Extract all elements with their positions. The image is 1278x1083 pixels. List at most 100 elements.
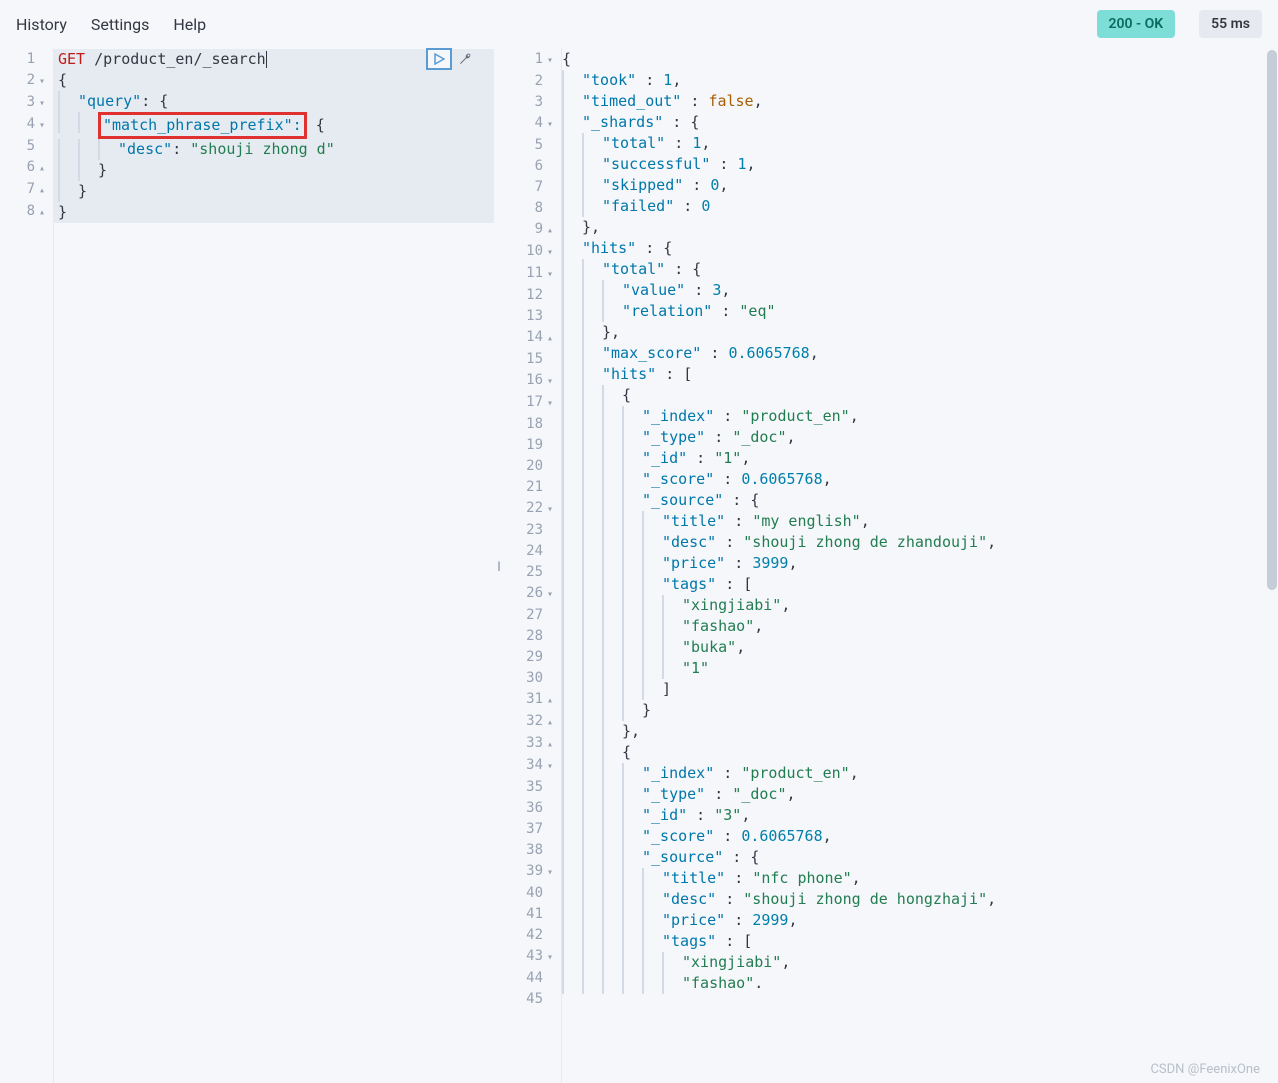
response-line[interactable]: "buka", xyxy=(562,637,1278,658)
response-line[interactable]: "_id" : "1", xyxy=(562,448,1278,469)
line-number: 30 xyxy=(502,668,553,689)
response-line[interactable]: ] xyxy=(562,679,1278,700)
response-line[interactable]: "hits" : { xyxy=(562,238,1278,259)
response-line[interactable]: "_index" : "product_en", xyxy=(562,763,1278,784)
line-number: 1▾ xyxy=(502,49,553,71)
response-line[interactable]: "_id" : "3", xyxy=(562,805,1278,826)
editor-line[interactable]: "desc": "shouji zhong d" xyxy=(54,139,494,160)
line-number: 4▾ xyxy=(0,114,45,136)
response-line[interactable]: "desc" : "shouji zhong de zhandouji", xyxy=(562,532,1278,553)
line-number: 3▾ xyxy=(0,92,45,114)
response-line[interactable]: "successful" : 1, xyxy=(562,154,1278,175)
response-line[interactable]: "desc" : "shouji zhong de hongzhaji", xyxy=(562,889,1278,910)
response-line[interactable]: }, xyxy=(562,217,1278,238)
line-number: 20 xyxy=(502,456,553,477)
response-gutter: 1▾234▾56789▴10▾11▾121314▴1516▾17▾1819202… xyxy=(502,48,562,1083)
run-request-button[interactable] xyxy=(426,48,452,70)
line-number: 17▾ xyxy=(502,392,553,414)
response-line[interactable]: "value" : 3, xyxy=(562,280,1278,301)
line-number: 9▴ xyxy=(502,219,553,241)
line-number: 27 xyxy=(502,605,553,626)
response-pane: 1▾234▾56789▴10▾11▾121314▴1516▾17▾1819202… xyxy=(502,48,1278,1083)
line-number: 12 xyxy=(502,285,553,306)
response-line[interactable]: "_score" : 0.6065768, xyxy=(562,469,1278,490)
line-number: 6▴ xyxy=(0,157,45,179)
response-code-area[interactable]: {"took" : 1,"timed_out" : false,"_shards… xyxy=(562,48,1278,1083)
line-number: 32▴ xyxy=(502,711,553,733)
response-line[interactable]: "took" : 1, xyxy=(562,70,1278,91)
response-line[interactable]: "_type" : "_doc", xyxy=(562,427,1278,448)
editor-line[interactable]: } xyxy=(54,160,494,181)
response-line[interactable]: "skipped" : 0, xyxy=(562,175,1278,196)
line-number: 6 xyxy=(502,156,553,177)
line-number: 25 xyxy=(502,562,553,583)
response-line[interactable]: "xingjiabi", xyxy=(562,952,1278,973)
line-number: 42 xyxy=(502,925,553,946)
watermark: CSDN @FeenixOne xyxy=(1150,1062,1260,1077)
request-editor-pane: 12▾3▾4▾56▴7▴8▴ GET /product_en/_search{"… xyxy=(0,48,494,1083)
line-number: 7 xyxy=(502,177,553,198)
line-number: 37 xyxy=(502,819,553,840)
response-line[interactable]: "price" : 3999, xyxy=(562,553,1278,574)
response-line[interactable]: "timed_out" : false, xyxy=(562,91,1278,112)
response-line[interactable]: { xyxy=(562,49,1278,70)
wrench-icon xyxy=(457,51,473,67)
editor-line[interactable]: { xyxy=(54,70,494,91)
response-line[interactable]: "hits" : [ xyxy=(562,364,1278,385)
response-line[interactable]: "_shards" : { xyxy=(562,112,1278,133)
response-line[interactable]: "tags" : [ xyxy=(562,931,1278,952)
play-icon xyxy=(433,53,445,65)
response-time-badge: 55 ms xyxy=(1199,10,1262,38)
main-split: 12▾3▾4▾56▴7▴8▴ GET /product_en/_search{"… xyxy=(0,48,1278,1083)
line-number: 7▴ xyxy=(0,179,45,201)
line-number: 18 xyxy=(502,414,553,435)
line-number: 28 xyxy=(502,626,553,647)
editor-line[interactable]: } xyxy=(54,202,494,223)
response-line[interactable]: { xyxy=(562,385,1278,406)
response-line[interactable]: "title" : "my english", xyxy=(562,511,1278,532)
line-number: 8 xyxy=(502,198,553,219)
response-line[interactable]: "max_score" : 0.6065768, xyxy=(562,343,1278,364)
response-line[interactable]: "_source" : { xyxy=(562,490,1278,511)
editor-line[interactable]: "query": { xyxy=(54,91,494,112)
response-line[interactable]: "_score" : 0.6065768, xyxy=(562,826,1278,847)
response-line[interactable]: "total" : { xyxy=(562,259,1278,280)
line-number: 45 xyxy=(502,989,553,1010)
request-code-area[interactable]: GET /product_en/_search{"query": {"match… xyxy=(54,48,494,1083)
settings-menu[interactable]: Settings xyxy=(91,15,149,34)
response-line[interactable]: "xingjiabi", xyxy=(562,595,1278,616)
response-line[interactable]: "total" : 1, xyxy=(562,133,1278,154)
scroll-thumb[interactable] xyxy=(1267,50,1277,590)
response-line[interactable]: "title" : "nfc phone", xyxy=(562,868,1278,889)
vertical-scrollbar[interactable] xyxy=(1266,48,1278,1083)
line-number: 2 xyxy=(502,71,553,92)
line-number: 1 xyxy=(0,49,45,70)
line-number: 39▾ xyxy=(502,861,553,883)
pane-splitter[interactable] xyxy=(494,48,502,1083)
status-badge: 200 - OK xyxy=(1097,10,1176,38)
response-line[interactable]: "_source" : { xyxy=(562,847,1278,868)
editor-line[interactable]: } xyxy=(54,181,494,202)
response-line[interactable]: } xyxy=(562,700,1278,721)
response-line[interactable]: "1" xyxy=(562,658,1278,679)
response-line[interactable]: "relation" : "eq" xyxy=(562,301,1278,322)
help-menu[interactable]: Help xyxy=(173,15,206,34)
line-number: 23 xyxy=(502,520,553,541)
response-line[interactable]: "_index" : "product_en", xyxy=(562,406,1278,427)
request-options-button[interactable] xyxy=(454,48,476,70)
line-number: 13 xyxy=(502,306,553,327)
response-line[interactable]: { xyxy=(562,742,1278,763)
response-line[interactable]: "failed" : 0 xyxy=(562,196,1278,217)
response-line[interactable]: }, xyxy=(562,721,1278,742)
response-line[interactable]: "fashao". xyxy=(562,973,1278,994)
response-line[interactable]: "_type" : "_doc", xyxy=(562,784,1278,805)
response-line[interactable]: "tags" : [ xyxy=(562,574,1278,595)
line-number: 43▾ xyxy=(502,946,553,968)
toolbar: History Settings Help 200 - OK 55 ms xyxy=(0,0,1278,48)
response-line[interactable]: "price" : 2999, xyxy=(562,910,1278,931)
editor-line[interactable]: "match_phrase_prefix": { xyxy=(54,112,494,139)
response-line[interactable]: }, xyxy=(562,322,1278,343)
line-number: 41 xyxy=(502,904,553,925)
response-line[interactable]: "fashao", xyxy=(562,616,1278,637)
history-menu[interactable]: History xyxy=(16,15,67,34)
